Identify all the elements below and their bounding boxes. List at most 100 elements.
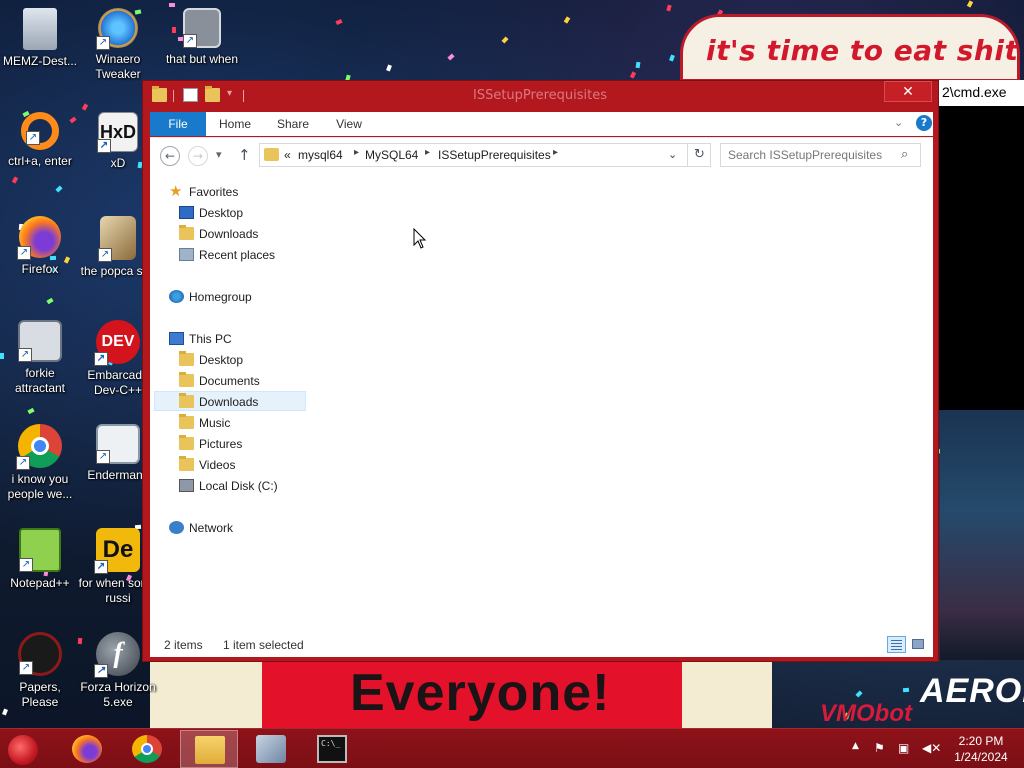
close-button[interactable]: ✕: [884, 81, 932, 102]
search-input[interactable]: [721, 144, 896, 166]
nav-favorites-recent-places[interactable]: Recent places: [179, 245, 299, 265]
desktop-icon[interactable]: ↗ Papers, Please: [0, 632, 80, 710]
breadcrumb-MySQL64[interactable]: MySQL64: [365, 148, 418, 162]
help-button[interactable]: ?: [916, 115, 932, 131]
expand-ribbon-icon[interactable]: ⌄: [894, 116, 903, 129]
desktop-icon[interactable]: ↗ ctrl+a, enter: [0, 112, 80, 169]
meme-banner-top-text: it's time to eat shit: [706, 34, 1019, 67]
desktop-icon[interactable]: ↗ Firefox: [0, 216, 80, 277]
confetti-piece: [447, 53, 455, 61]
meme-caption: AEROFOS: [920, 672, 1024, 710]
confetti-piece: [11, 176, 19, 184]
search-box[interactable]: ⌕: [720, 143, 921, 167]
nav-this-pc[interactable]: This PC: [169, 329, 299, 349]
content-area: ★ Favorites Desktop Downloads Recent pla…: [150, 171, 933, 633]
confetti-piece: [27, 407, 35, 415]
meme-bottom-left: [150, 660, 262, 728]
window-titlebar[interactable]: ▾ ISSetupPrerequisites ✕: [143, 81, 938, 111]
new-folder-icon[interactable]: [205, 86, 220, 102]
action-center-flag-icon[interactable]: ⚑: [874, 741, 885, 755]
nav-favorites[interactable]: ★ Favorites: [169, 182, 299, 202]
divider: [173, 90, 174, 102]
star-icon: ★: [169, 183, 183, 200]
desktop-icon[interactable]: ↗ Notepad++: [0, 528, 80, 591]
chrome-icon: [132, 735, 162, 763]
address-bar[interactable]: « mysql64 ▸ MySQL64 ▸ ISSetupPrerequisit…: [259, 143, 711, 167]
search-icon[interactable]: ⌕: [901, 147, 908, 162]
firefox-icon: ↗: [17, 216, 61, 260]
tab-home[interactable]: Home: [210, 112, 260, 136]
file-explorer-window[interactable]: ▾ ISSetupPrerequisites ✕ File Home Share…: [142, 80, 939, 662]
desktop-icon[interactable]: ↗ forkie attractant: [0, 320, 80, 396]
taskbar-file-explorer[interactable]: [180, 730, 238, 768]
firefox-icon: [72, 735, 102, 763]
details-view-icon[interactable]: [887, 636, 906, 653]
taskbar: C:\_ ▲ ⚑ ▣ ◀✕ 2:20 PM 1/24/2024: [0, 728, 1024, 768]
nav-favorites-downloads[interactable]: Downloads: [179, 224, 299, 244]
nav-pc-local-disk[interactable]: Local Disk (C:): [179, 476, 304, 496]
navigation-pane[interactable]: ★ Favorites Desktop Downloads Recent pla…: [150, 171, 310, 633]
desktop-icon[interactable]: ↗ i know you people we...: [0, 424, 80, 502]
chevron-right-icon[interactable]: ▸: [425, 147, 430, 158]
taskbar-cmd[interactable]: C:\_: [303, 730, 361, 768]
desktop-icon[interactable]: MEMZ-Dest...: [0, 8, 80, 69]
tab-view[interactable]: View: [324, 112, 374, 136]
taskbar-network-setup[interactable]: [242, 730, 300, 768]
properties-icon[interactable]: [183, 88, 198, 102]
confetti-piece: [666, 4, 672, 12]
confetti-piece: [855, 690, 863, 698]
file-list-pane[interactable]: [310, 171, 933, 633]
breadcrumb-overflow[interactable]: «: [284, 148, 291, 162]
system-clock[interactable]: 2:20 PM 1/24/2024: [945, 733, 1017, 765]
nav-network[interactable]: Network: [169, 518, 299, 538]
network-setup-icon: [256, 735, 286, 763]
window-title: ISSetupPrerequisites: [473, 88, 608, 103]
chevron-down-icon[interactable]: ▾: [227, 88, 232, 99]
flash-icon: f ↗: [94, 632, 140, 678]
cmd-window-peek[interactable]: [937, 80, 1024, 410]
cmd-window-title[interactable]: 2\cmd.exe: [937, 80, 1024, 106]
disk-drive-icon: [179, 479, 194, 492]
tab-file[interactable]: File: [150, 112, 206, 136]
chevron-right-icon[interactable]: ▸: [354, 147, 359, 158]
back-button[interactable]: ←: [160, 146, 180, 166]
nav-pc-downloads[interactable]: Downloads: [154, 391, 306, 411]
navigation-bar: ← → ▾ ↑ « mysql64 ▸ MySQL64 ▸ ISSetupPre…: [150, 137, 933, 171]
chevron-down-icon[interactable]: ⌄: [668, 148, 677, 161]
taskbar-chrome[interactable]: [118, 730, 176, 768]
nav-pc-pictures[interactable]: Pictures: [179, 434, 299, 454]
desktop-icon[interactable]: ↗ that but when its a #: [162, 8, 242, 67]
winaero-icon: ↗: [96, 8, 138, 50]
taskbar-firefox[interactable]: [58, 730, 116, 768]
nav-pc-videos[interactable]: Videos: [179, 455, 299, 475]
desktop-icon[interactable]: ↗ Winaero Tweaker: [78, 8, 158, 82]
chevron-right-icon[interactable]: ▸: [553, 147, 558, 158]
up-arrow-icon[interactable]: ↑: [238, 146, 251, 164]
documents-stack-icon: ↗: [183, 8, 221, 48]
recent-places-icon: [179, 248, 194, 261]
selection-status: 1 item selected: [223, 638, 304, 652]
network-tray-icon[interactable]: ▣: [898, 741, 909, 755]
forward-button[interactable]: →: [188, 146, 208, 166]
start-button[interactable]: [8, 735, 38, 765]
nav-pc-documents[interactable]: Documents: [179, 371, 299, 391]
desktop-icon-label: forkie attractant: [14, 366, 66, 395]
volume-muted-icon[interactable]: ◀✕: [922, 741, 941, 755]
refresh-button[interactable]: ↻: [687, 144, 711, 166]
nav-homegroup[interactable]: Homegroup: [169, 287, 299, 307]
folder-icon: [264, 148, 279, 161]
large-icons-view-icon[interactable]: [909, 636, 928, 653]
nav-favorites-desktop[interactable]: Desktop: [179, 203, 299, 223]
downloads-folder-icon: [179, 393, 194, 408]
breadcrumb-mysql64[interactable]: mysql64: [298, 148, 343, 162]
nav-pc-desktop[interactable]: Desktop: [179, 350, 299, 370]
nav-pc-music[interactable]: Music: [179, 413, 299, 433]
folder-icon: [152, 86, 167, 102]
status-bar: 2 items 1 item selected: [150, 633, 933, 657]
tab-share[interactable]: Share: [268, 112, 318, 136]
network-icon: [169, 521, 184, 534]
documents-folder-icon: [179, 372, 194, 387]
show-hidden-icons-icon[interactable]: ▲: [852, 741, 859, 751]
recent-locations-icon[interactable]: ▾: [216, 148, 222, 161]
breadcrumb-ISSetupPrerequisites[interactable]: ISSetupPrerequisites: [438, 148, 551, 162]
